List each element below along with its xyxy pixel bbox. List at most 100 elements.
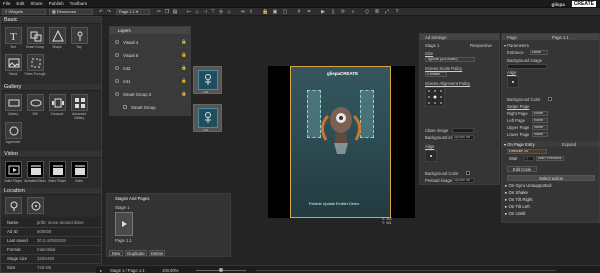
- lock-icon[interactable]: 🔒: [181, 65, 187, 71]
- shape-widget[interactable]: [49, 27, 66, 44]
- menu-edit[interactable]: Edit: [16, 1, 24, 6]
- event-on-gyro-unsupported[interactable]: ▸ On Gyro Unsupported: [505, 183, 551, 189]
- duplicate-button[interactable]: Duplicate: [125, 250, 147, 256]
- align-top-icon[interactable]: ⊤: [210, 9, 216, 15]
- menu-publish[interactable]: Publish: [49, 1, 64, 6]
- redo-icon[interactable]: ↷: [106, 9, 112, 15]
- responsive-label[interactable]: Responsive: [470, 43, 492, 48]
- entrance-dropdown[interactable]: None: [530, 50, 548, 55]
- rot1-thumbnail[interactable]: rot1: [193, 104, 222, 132]
- snap-icon[interactable]: ⌗: [306, 9, 312, 15]
- tab-widgets[interactable]: ≡ Widgets: [2, 9, 46, 15]
- gallery-widget[interactable]: [5, 94, 22, 111]
- upper-page-dropdown[interactable]: None: [532, 125, 548, 130]
- ungroup-icon[interactable]: ▢: [282, 9, 288, 15]
- layer-row[interactable]: Smart Group: [120, 102, 190, 113]
- video-player-widget[interactable]: [5, 161, 22, 178]
- menu-share[interactable]: Share: [30, 1, 42, 6]
- appended-widget[interactable]: [5, 122, 22, 139]
- locator-widget[interactable]: [27, 197, 44, 214]
- close-image-input[interactable]: [452, 128, 474, 133]
- bg-image-input[interactable]: upload file: [452, 135, 474, 140]
- page-bg-color-swatch[interactable]: [548, 97, 552, 101]
- eye-icon[interactable]: [123, 105, 127, 109]
- lower-page-dropdown[interactable]: None: [532, 132, 548, 137]
- bg-color-swatch[interactable]: [466, 171, 470, 175]
- expand-link[interactable]: Expand: [562, 142, 576, 147]
- page-align-grid-icon[interactable]: [507, 76, 519, 88]
- prev-page-icon[interactable]: ▸: [100, 268, 102, 273]
- wait-mode-dropdown[interactable]: With Previous: [536, 156, 564, 161]
- text-widget[interactable]: T: [5, 27, 22, 44]
- lock-icon[interactable]: 🔒: [181, 78, 187, 84]
- distribute-v-icon[interactable]: ⇳: [248, 9, 254, 15]
- fullscreen-icon[interactable]: ⤢: [384, 9, 390, 15]
- current-page-indicator[interactable]: Stage 1 / Page 1.1: [110, 268, 145, 273]
- prop-value[interactable]: pribt: move around dane: [37, 220, 84, 225]
- cut-icon[interactable]: ✂: [156, 9, 162, 15]
- page-name[interactable]: Page 1.1: [115, 238, 132, 243]
- eye-icon[interactable]: [115, 92, 119, 96]
- grid-icon[interactable]: #: [296, 9, 302, 15]
- execute-action-dropdown[interactable]: Execute JS: [507, 149, 547, 154]
- event-on-tilt-right[interactable]: ▸ On Tilt Right: [505, 197, 533, 203]
- distribute-h-icon[interactable]: ⇹: [240, 9, 246, 15]
- delete-button[interactable]: Delete: [149, 250, 165, 256]
- carousel-widget[interactable]: [49, 94, 66, 111]
- video-player-2-widget[interactable]: [49, 161, 66, 178]
- new-button[interactable]: New: [109, 250, 123, 256]
- align-middle-icon[interactable]: ╪: [218, 9, 224, 15]
- page-selector[interactable]: Page 1.1 ▾: [116, 9, 150, 15]
- align-grid-icon[interactable]: [425, 150, 437, 162]
- video-widget[interactable]: [71, 161, 88, 178]
- left-page-dropdown[interactable]: None: [532, 118, 548, 123]
- right-page-dropdown[interactable]: None: [532, 111, 548, 116]
- size-dropdown[interactable]: Typical (320X480): [425, 57, 475, 62]
- page-bg-image-input[interactable]: [507, 64, 547, 69]
- layer-row[interactable]: rot2 🔒: [112, 63, 190, 74]
- canvas-viewport[interactable]: glispaCREATE Particle Update Emitter Dem…: [268, 66, 415, 218]
- page-thumbnail[interactable]: [115, 212, 133, 236]
- preload-image-input[interactable]: upload file: [452, 178, 474, 183]
- alignment-grid-icon[interactable]: [425, 87, 445, 107]
- menu-toolbars[interactable]: Toolbars: [70, 1, 87, 6]
- 360-widget[interactable]: [27, 94, 44, 111]
- rotate-icon[interactable]: ⟳: [340, 9, 346, 15]
- press-through-widget[interactable]: [27, 54, 44, 71]
- lock-icon[interactable]: 🔒: [181, 52, 187, 58]
- stage-name[interactable]: Stage 1: [115, 205, 129, 210]
- eye-icon[interactable]: [115, 79, 119, 83]
- on-page-entry-header[interactable]: ▾ On Page Entry Expand: [502, 141, 599, 147]
- wait-input[interactable]: 1: [524, 156, 534, 161]
- align-left-icon[interactable]: ⊢: [186, 9, 192, 15]
- layer-row[interactable]: Visual 4 🔒: [112, 37, 190, 48]
- paste-icon[interactable]: ▤: [172, 9, 178, 15]
- parameters-toggle[interactable]: ▾ Parameters: [504, 43, 529, 48]
- tap-widget[interactable]: [71, 27, 88, 44]
- undo-icon[interactable]: ↶: [98, 9, 104, 15]
- device-icon[interactable]: ▯: [330, 9, 336, 15]
- menu-file[interactable]: File: [3, 1, 10, 6]
- tab-resources[interactable]: ▦ Resources: [49, 9, 93, 15]
- align-bottom-icon[interactable]: ⊥: [226, 9, 232, 15]
- copy-icon[interactable]: ❐: [164, 9, 170, 15]
- select-action-button[interactable]: Select action: [507, 175, 595, 181]
- help-icon[interactable]: ?: [394, 9, 400, 15]
- scale-policy-dropdown[interactable]: Contain: [425, 72, 447, 77]
- eye-icon[interactable]: [115, 66, 119, 70]
- event-on-tilt-left[interactable]: ▸ On Tilt Left: [505, 204, 530, 210]
- zoom-icon[interactable]: ⌕: [350, 9, 356, 15]
- event-on-untilt[interactable]: ▸ On Untilt: [505, 211, 526, 217]
- layer-row[interactable]: rot1 🔒: [112, 76, 190, 87]
- event-on-shake[interactable]: ▸ On Shake: [505, 190, 528, 196]
- align-center-icon[interactable]: ⊥: [194, 9, 200, 15]
- edit-code-button[interactable]: Edit Code: [507, 166, 537, 172]
- rot2-thumbnail[interactable]: rot2: [193, 66, 222, 94]
- smart-group-widget[interactable]: [27, 27, 44, 44]
- lock-icon[interactable]: 🔒: [181, 91, 187, 97]
- zoom-slider-handle[interactable]: [219, 268, 223, 272]
- map-widget[interactable]: [5, 197, 22, 214]
- layer-row[interactable]: Smart Group 3 🔒: [112, 89, 190, 100]
- animated-birds-widget[interactable]: [27, 161, 44, 178]
- advanced-gallery-widget[interactable]: [71, 94, 88, 111]
